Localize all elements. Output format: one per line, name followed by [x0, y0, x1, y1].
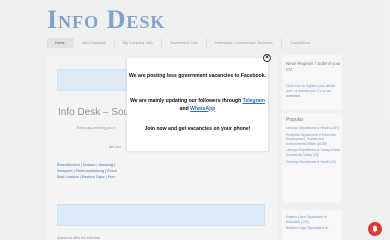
bell-icon — [372, 225, 378, 233]
modal-message-2: We are mainly updating our followers thr… — [127, 98, 268, 113]
notification-button[interactable] — [368, 222, 382, 236]
modal-close-button[interactable]: × — [263, 54, 271, 62]
telegram-link[interactable]: Telegram — [243, 98, 265, 104]
announcement-modal: We are posting less government vacancies… — [127, 58, 268, 151]
modal-message-3: Join now and get vacancies on your phone… — [144, 126, 251, 132]
close-icon: × — [265, 55, 269, 61]
modal-and: and — [179, 105, 189, 112]
whatsapp-link[interactable]: WhatsApp — [190, 106, 215, 112]
modal-message-1: We are posting less government vacancies… — [129, 73, 266, 79]
modal-message-2-prefix: We are mainly updating our followers thr… — [130, 98, 242, 104]
